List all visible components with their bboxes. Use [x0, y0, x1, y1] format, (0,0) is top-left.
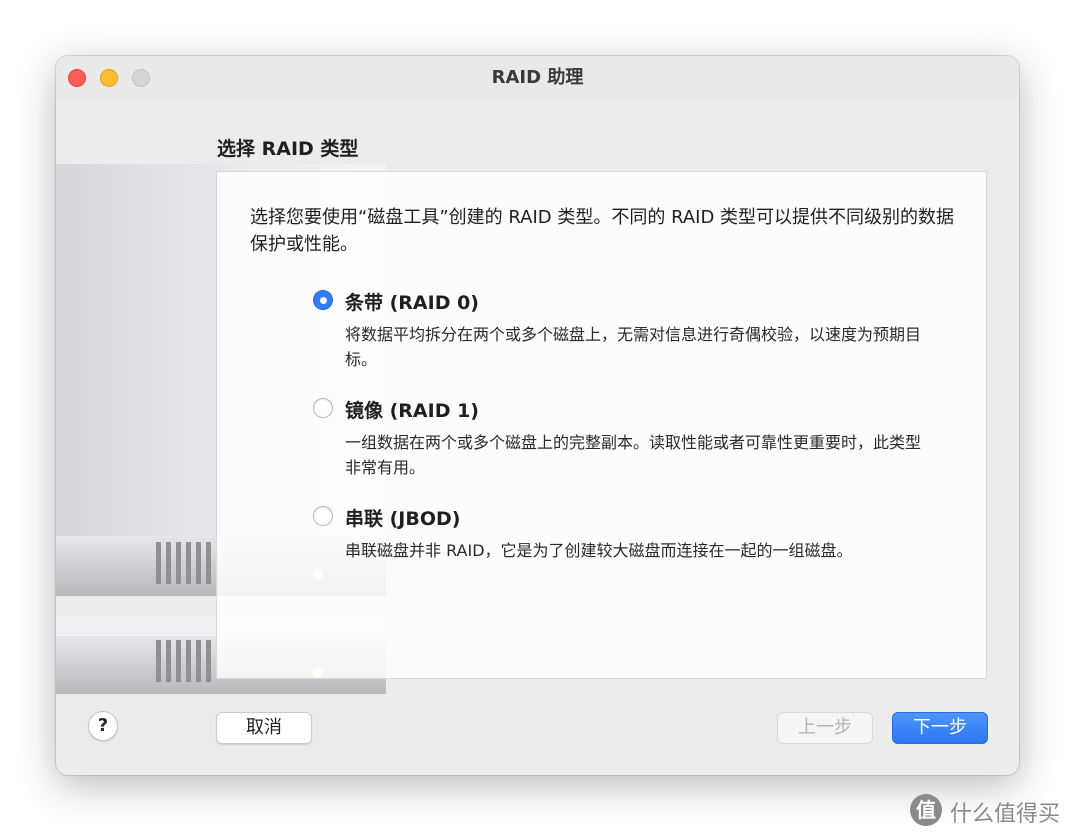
- intro-text: 选择您要使用“磁盘工具”创建的 RAID 类型。不同的 RAID 类型可以提供不…: [250, 207, 955, 255]
- raid-type-panel: 选择您要使用“磁盘工具”创建的 RAID 类型。不同的 RAID 类型可以提供不…: [216, 171, 987, 679]
- watermark: 值 什么值得买: [910, 792, 1075, 828]
- option-description-jbod: 串联磁盘并非 RAID，它是为了创建较大磁盘而连接在一起的一组磁盘。: [345, 541, 853, 560]
- next-button[interactable]: 下一步: [892, 712, 988, 744]
- back-button: 上一步: [777, 712, 873, 744]
- option-description-raid0: 将数据平均拆分在两个或多个磁盘上，无需对信息进行奇偶校验，以速度为预期目标。: [345, 325, 922, 369]
- option-title-raid1[interactable]: 镜像 (RAID 1): [345, 396, 479, 423]
- help-button[interactable]: ?: [88, 711, 118, 741]
- watermark-logo-icon: 值: [910, 794, 942, 826]
- title-bar[interactable]: RAID 助理: [56, 56, 1019, 100]
- raid-assistant-window: RAID 助理 选择 RAID 类型 选择您要使用“磁盘工具”创建的 RAID …: [56, 56, 1019, 775]
- option-title-raid0[interactable]: 条带 (RAID 0): [345, 288, 479, 315]
- option-title-jbod[interactable]: 串联 (JBOD): [345, 504, 460, 531]
- radio-raid1[interactable]: [313, 398, 333, 418]
- window-title: RAID 助理: [491, 67, 584, 88]
- section-heading: 选择 RAID 类型: [217, 138, 359, 160]
- cancel-button[interactable]: 取消: [216, 712, 312, 744]
- screen: RAID 助理 选择 RAID 类型 选择您要使用“磁盘工具”创建的 RAID …: [0, 0, 1080, 838]
- option-description-raid1: 一组数据在两个或多个磁盘上的完整副本。读取性能或者可靠性更重要时，此类型非常有用…: [345, 433, 922, 477]
- radio-jbod[interactable]: [313, 506, 333, 526]
- watermark-text: 什么值得买: [950, 802, 1061, 827]
- radio-raid0[interactable]: [313, 290, 333, 310]
